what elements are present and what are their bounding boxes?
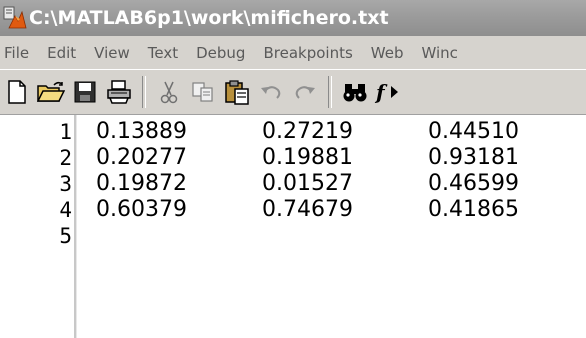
editor-line[interactable]: 2 0.20277 0.19881 0.93181 (0, 145, 586, 171)
line-number: 2 (59, 146, 72, 170)
value-cell: 0.19872 (96, 171, 187, 196)
find-icon[interactable] (338, 75, 372, 109)
line-number: 5 (59, 224, 72, 248)
value-cell: 0.20277 (96, 145, 187, 170)
value-cell: 0.93181 (428, 145, 519, 170)
editor-line[interactable]: 5 (0, 223, 586, 249)
title-bar[interactable]: C:\MATLAB6p1\work\mifichero.txt (0, 0, 586, 36)
copy-icon[interactable] (186, 75, 220, 109)
value-cell: 0.74679 (262, 197, 353, 222)
value-cell: 0.19881 (262, 145, 353, 170)
menu-file[interactable]: File (0, 44, 38, 62)
line-number: 4 (59, 198, 72, 222)
toolbar-separator (142, 76, 146, 108)
editor-line[interactable]: 4 0.60379 0.74679 0.41865 (0, 197, 586, 223)
value-cell: 0.46599 (428, 171, 519, 196)
toolbar: f (0, 70, 586, 115)
toolbar-separator (328, 76, 332, 108)
value-cell: 0.44510 (428, 119, 519, 144)
line-number: 1 (59, 120, 72, 144)
redo-icon[interactable] (288, 75, 322, 109)
line-number: 3 (59, 172, 72, 196)
svg-text:f: f (374, 80, 388, 104)
menu-web[interactable]: Web (362, 44, 413, 62)
menu-edit[interactable]: Edit (38, 44, 85, 62)
cut-icon[interactable] (152, 75, 186, 109)
text-editor[interactable]: 1 0.13889 0.27219 0.44510 2 0.20277 0.19… (0, 115, 586, 338)
function-icon[interactable]: f (372, 75, 406, 109)
save-icon[interactable] (68, 75, 102, 109)
editor-line[interactable]: 3 0.19872 0.01527 0.46599 (0, 171, 586, 197)
menu-debug[interactable]: Debug (187, 44, 254, 62)
editor-line[interactable]: 1 0.13889 0.27219 0.44510 (0, 119, 586, 145)
value-cell: 0.41865 (428, 197, 519, 222)
menu-bar: File Edit View Text Debug Breakpoints We… (0, 36, 586, 70)
matlab-logo-icon (2, 5, 28, 31)
value-cell: 0.01527 (262, 171, 353, 196)
editor-window: C:\MATLAB6p1\work\mifichero.txt File Edi… (0, 0, 586, 338)
undo-icon[interactable] (254, 75, 288, 109)
window-title: C:\MATLAB6p1\work\mifichero.txt (29, 7, 389, 29)
menu-window[interactable]: Winc (412, 44, 466, 62)
value-cell: 0.27219 (262, 119, 353, 144)
menu-breakpoints[interactable]: Breakpoints (254, 44, 361, 62)
paste-icon[interactable] (220, 75, 254, 109)
value-cell: 0.13889 (96, 119, 187, 144)
open-folder-icon[interactable] (34, 75, 68, 109)
value-cell: 0.60379 (96, 197, 187, 222)
menu-view[interactable]: View (85, 44, 139, 62)
new-document-icon[interactable] (0, 75, 34, 109)
print-icon[interactable] (102, 75, 136, 109)
menu-text[interactable]: Text (139, 44, 187, 62)
